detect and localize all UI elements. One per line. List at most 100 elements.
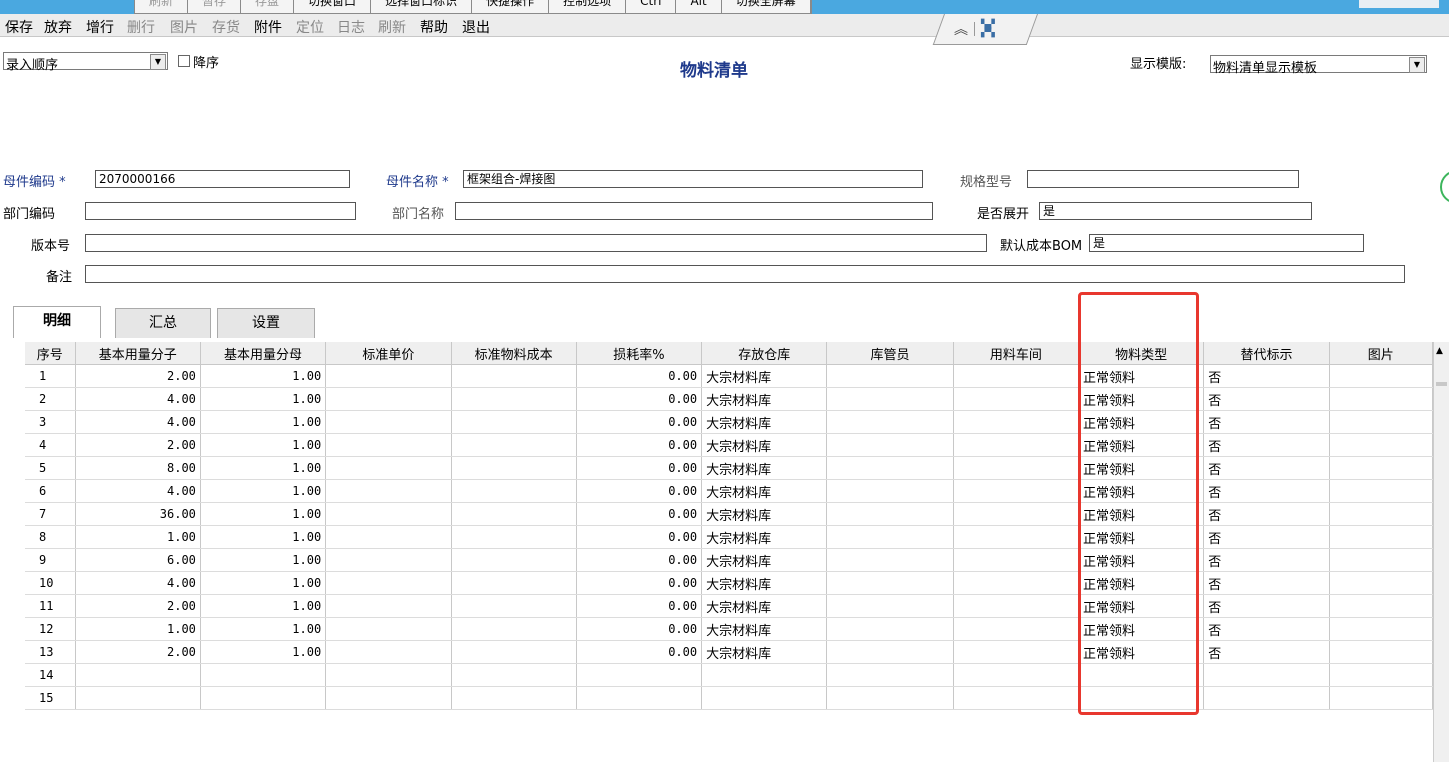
table-cell-col-denominator[interactable]: 1.00 <box>200 548 327 572</box>
table-cell-col-loss-rate[interactable]: 0.00 <box>576 387 703 411</box>
table-cell-col-std-cost[interactable] <box>451 502 577 526</box>
table-cell-col-workshop[interactable] <box>953 686 1080 710</box>
table-cell-col-loss-rate[interactable]: 0.00 <box>576 548 703 572</box>
table-cell-col-substitute[interactable]: 否 <box>1203 502 1330 526</box>
table-cell-col-std-cost[interactable] <box>451 433 577 457</box>
table-cell-col-keeper[interactable] <box>826 456 954 480</box>
menu-delete-row[interactable]: 删行 <box>127 17 155 37</box>
table-cell-col-keeper[interactable] <box>826 686 954 710</box>
table-row[interactable]: 8 1.00 1.00 0.00 大宗材料库 正常领料否 <box>25 525 1433 549</box>
table-cell-col-std-cost[interactable] <box>451 387 577 411</box>
table-cell-col-unit-price[interactable] <box>325 433 452 457</box>
tab-settings[interactable]: 设置 <box>217 308 315 338</box>
table-cell-col-picture[interactable] <box>1329 548 1433 572</box>
table-row[interactable]: 10 4.00 1.00 0.00 大宗材料库 正常领料否 <box>25 571 1433 595</box>
table-row[interactable]: 3 4.00 1.00 0.00 大宗材料库 正常领料否 <box>25 410 1433 434</box>
table-cell-col-substitute[interactable] <box>1203 686 1330 710</box>
table-cell-col-keeper[interactable] <box>826 640 954 664</box>
table-cell-col-keeper[interactable] <box>826 571 954 595</box>
table-cell-col-unit-price[interactable] <box>325 548 452 572</box>
table-cell-col-warehouse[interactable]: 大宗材料库 <box>701 640 828 664</box>
table-cell-col-picture[interactable] <box>1329 640 1433 664</box>
table-cell-col-unit-price[interactable] <box>325 387 452 411</box>
table-cell-col-picture[interactable] <box>1329 594 1433 618</box>
menu-locate[interactable]: 定位 <box>296 17 324 37</box>
table-cell-col-warehouse[interactable]: 大宗材料库 <box>701 456 828 480</box>
table-cell-col-workshop[interactable] <box>953 571 1080 595</box>
table-cell-col-numerator[interactable]: 6.00 <box>75 548 201 572</box>
table-cell-col-index[interactable]: 9 <box>25 548 76 572</box>
table-cell-col-loss-rate[interactable]: 0.00 <box>576 525 703 549</box>
menu-log[interactable]: 日志 <box>337 17 365 37</box>
table-cell-col-numerator[interactable]: 36.00 <box>75 502 201 526</box>
table-cell-col-workshop[interactable] <box>953 410 1080 434</box>
table-row[interactable]: 1 2.00 1.00 0.00 大宗材料库 正常领料否 <box>25 364 1433 388</box>
table-cell-col-denominator[interactable]: 1.00 <box>200 571 327 595</box>
tab-detail[interactable]: 明细 <box>13 306 101 338</box>
menu-attachment[interactable]: 附件 <box>254 17 282 37</box>
table-cell-col-substitute[interactable]: 否 <box>1203 387 1330 411</box>
table-cell-col-warehouse[interactable]: 大宗材料库 <box>701 525 828 549</box>
table-cell-col-workshop[interactable] <box>953 479 1080 503</box>
table-cell-col-keeper[interactable] <box>826 479 954 503</box>
table-cell-col-warehouse[interactable] <box>701 686 828 710</box>
table-cell-col-std-cost[interactable] <box>451 479 577 503</box>
table-row[interactable]: 9 6.00 1.00 0.00 大宗材料库 正常领料否 <box>25 548 1433 572</box>
table-cell-col-numerator[interactable]: 2.00 <box>75 433 201 457</box>
scroll-up-icon[interactable]: ▲ <box>1436 346 1443 356</box>
table-cell-col-index[interactable]: 10 <box>25 571 76 595</box>
table-cell-col-loss-rate[interactable]: 0.00 <box>576 364 703 388</box>
table-cell-col-std-cost[interactable] <box>451 410 577 434</box>
table-cell-col-warehouse[interactable]: 大宗材料库 <box>701 387 828 411</box>
column-header-col-keeper[interactable]: 库管员 <box>826 342 954 365</box>
table-cell-col-workshop[interactable] <box>953 364 1080 388</box>
column-header-col-unit-price[interactable]: 标准单价 <box>325 342 452 365</box>
table-cell-col-numerator[interactable] <box>75 663 201 687</box>
menu-refresh[interactable]: 刷新 <box>378 17 406 37</box>
table-cell-col-std-cost[interactable] <box>451 594 577 618</box>
table-cell-col-unit-price[interactable] <box>325 617 452 641</box>
tab-summary[interactable]: 汇总 <box>115 308 211 338</box>
table-cell-col-loss-rate[interactable] <box>576 686 703 710</box>
table-cell-col-denominator[interactable]: 1.00 <box>200 640 327 664</box>
table-cell-col-loss-rate[interactable]: 0.00 <box>576 502 703 526</box>
menu-discard[interactable]: 放弃 <box>44 17 72 37</box>
table-cell-col-std-cost[interactable] <box>451 640 577 664</box>
table-cell-col-substitute[interactable]: 否 <box>1203 479 1330 503</box>
collapse-chevron-icon[interactable]: ︽ <box>954 19 968 39</box>
table-row[interactable]: 15 <box>25 686 1433 710</box>
table-cell-col-unit-price[interactable] <box>325 456 452 480</box>
table-cell-col-numerator[interactable]: 1.00 <box>75 525 201 549</box>
table-cell-col-substitute[interactable]: 否 <box>1203 548 1330 572</box>
table-cell-col-unit-price[interactable] <box>325 663 452 687</box>
table-cell-col-loss-rate[interactable]: 0.00 <box>576 410 703 434</box>
table-cell-col-warehouse[interactable]: 大宗材料库 <box>701 571 828 595</box>
table-cell-col-picture[interactable] <box>1329 387 1433 411</box>
table-cell-col-keeper[interactable] <box>826 502 954 526</box>
dept-name-field[interactable] <box>455 202 933 220</box>
table-cell-col-picture[interactable] <box>1329 617 1433 641</box>
table-cell-col-std-cost[interactable] <box>451 663 577 687</box>
table-cell-col-unit-price[interactable] <box>325 479 452 503</box>
table-cell-col-warehouse[interactable]: 大宗材料库 <box>701 364 828 388</box>
table-cell-col-unit-price[interactable] <box>325 502 452 526</box>
table-cell-col-warehouse[interactable]: 大宗材料库 <box>701 433 828 457</box>
toolbar-quick-actions-button[interactable]: 快捷操作 <box>472 0 550 13</box>
table-cell-col-numerator[interactable]: 4.00 <box>75 410 201 434</box>
table-cell-col-picture[interactable] <box>1329 571 1433 595</box>
table-row[interactable]: 2 4.00 1.00 0.00 大宗材料库 正常领料否 <box>25 387 1433 411</box>
table-cell-col-std-cost[interactable] <box>451 364 577 388</box>
expand-field[interactable]: 是 <box>1039 202 1312 220</box>
default-cost-bom-field[interactable]: 是 <box>1089 234 1364 252</box>
table-cell-col-unit-price[interactable] <box>325 594 452 618</box>
table-cell-col-keeper[interactable] <box>826 548 954 572</box>
table-cell-col-substitute[interactable]: 否 <box>1203 640 1330 664</box>
table-cell-col-loss-rate[interactable]: 0.00 <box>576 640 703 664</box>
table-cell-col-numerator[interactable]: 1.00 <box>75 617 201 641</box>
table-cell-col-substitute[interactable]: 否 <box>1203 571 1330 595</box>
table-cell-col-index[interactable]: 5 <box>25 456 76 480</box>
table-cell-col-unit-price[interactable] <box>325 571 452 595</box>
table-cell-col-warehouse[interactable] <box>701 663 828 687</box>
table-cell-col-index[interactable]: 6 <box>25 479 76 503</box>
table-cell-col-numerator[interactable]: 2.00 <box>75 594 201 618</box>
